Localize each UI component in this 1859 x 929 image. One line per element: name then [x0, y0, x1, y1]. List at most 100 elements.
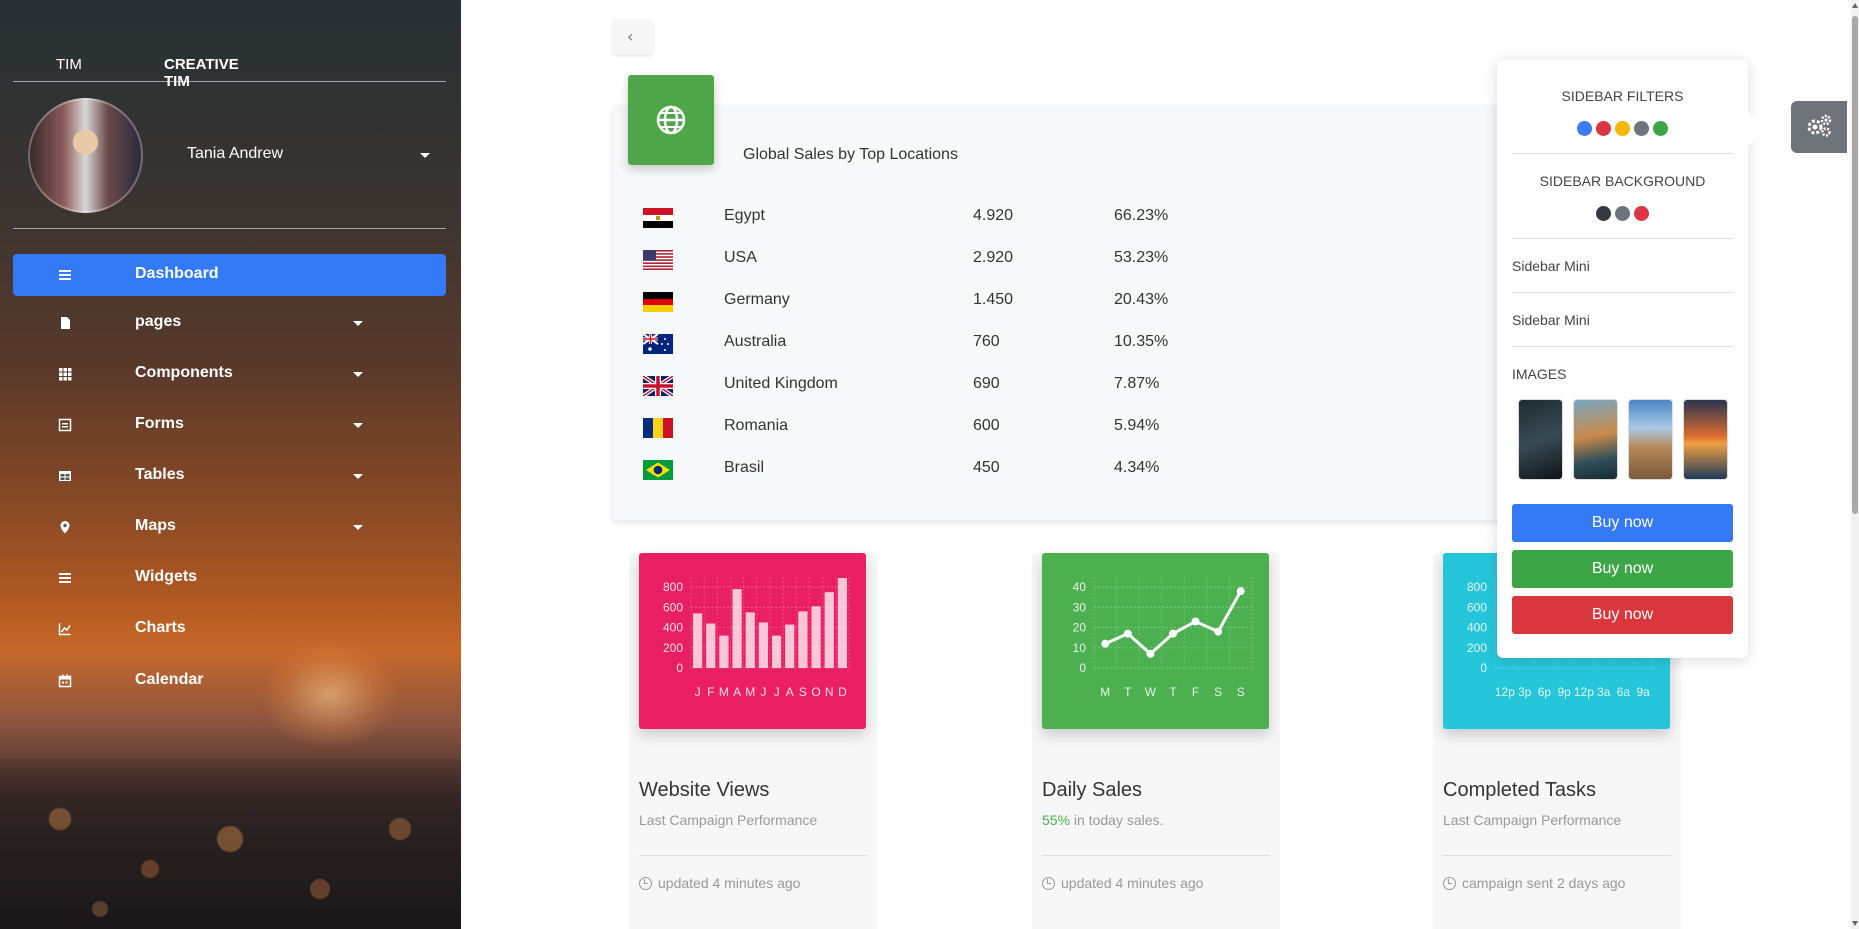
- bar: [824, 592, 834, 668]
- chart-card: 0 10 20 30 40 M T W T F S S Daily Sales 55% in today …: [1032, 553, 1280, 929]
- country-name: Romania: [724, 417, 789, 434]
- country-name: Australia: [724, 333, 787, 350]
- background-color-swatch[interactable]: [1615, 206, 1630, 221]
- sidebar-collapse-button[interactable]: ‹: [613, 19, 653, 55]
- sales-value: 450: [973, 459, 1000, 476]
- sidebar-item-label: Maps: [135, 517, 176, 534]
- sales-percent: 7.87%: [1114, 375, 1160, 392]
- y-tick-label: 40: [1073, 580, 1087, 594]
- y-tick-label: 800: [663, 580, 683, 594]
- sidebar-item-components[interactable]: Components: [13, 353, 446, 395]
- background-color-picker: [1497, 206, 1748, 226]
- chevron-down-icon: [353, 321, 363, 326]
- filter-color-swatch[interactable]: [1596, 121, 1611, 136]
- sales-percent: 20.43%: [1114, 291, 1169, 308]
- brazil-flag: [643, 460, 673, 480]
- y-tick-label: 800: [1467, 580, 1487, 594]
- list-icon: [59, 573, 71, 583]
- brand-full-link[interactable]: CREATIVE TIM: [164, 56, 239, 90]
- sidebar-mini-option[interactable]: Sidebar Mini: [1512, 312, 1590, 328]
- sidebar-image-thumb-3[interactable]: [1628, 399, 1673, 480]
- card-divider: [1042, 855, 1270, 856]
- sidebar-item-dashboard[interactable]: Dashboard: [13, 254, 446, 296]
- x-tick-label: S: [1237, 685, 1245, 699]
- buy-now-button[interactable]: Buy now: [1512, 550, 1733, 588]
- sidebar-item-calendar[interactable]: Calendar: [13, 660, 446, 702]
- globe-icon-tile: [628, 75, 714, 165]
- brand-mini-link[interactable]: TIM: [56, 56, 82, 73]
- list-icon: [59, 270, 71, 280]
- sidebar-item-charts[interactable]: Charts: [13, 608, 446, 650]
- data-point: [1101, 639, 1110, 648]
- germany-flag: [643, 292, 673, 312]
- x-tick-label: M: [1100, 685, 1110, 699]
- sidebar-item-label: Dashboard: [135, 265, 219, 282]
- sidebar-item-forms[interactable]: Forms: [13, 404, 446, 446]
- sidebar-divider: [13, 81, 446, 82]
- card-category: Last Campaign Performance: [1443, 812, 1621, 828]
- sales-value: 600: [973, 417, 1000, 434]
- sidebar-divider: [13, 228, 446, 229]
- country-name: Germany: [724, 291, 790, 308]
- globe-icon: [656, 105, 686, 135]
- plugin-divider: [1512, 292, 1733, 293]
- sidebar-item-label: pages: [135, 313, 182, 330]
- x-tick-label: 9a: [1636, 685, 1650, 699]
- table-row: Brasil 450 4.34%: [640, 456, 1240, 486]
- sidebar-mini-option[interactable]: Sidebar Mini: [1512, 258, 1590, 274]
- background-color-swatch[interactable]: [1634, 206, 1649, 221]
- table-row: USA 2.920 53.23%: [640, 246, 1240, 276]
- chart-icon: [58, 623, 71, 636]
- sidebar-image-thumb-1[interactable]: [1518, 399, 1563, 480]
- x-tick-label: J: [760, 685, 766, 699]
- filter-color-swatch[interactable]: [1653, 121, 1668, 136]
- table-row: Australia 760 10.35%: [640, 330, 1240, 360]
- y-tick-label: 400: [1467, 621, 1487, 635]
- sales-card-title: Global Sales by Top Locations: [743, 146, 958, 163]
- buy-now-button[interactable]: Buy now: [1512, 504, 1733, 542]
- sidebar-item-widgets[interactable]: Widgets: [13, 557, 446, 599]
- x-tick-label: A: [786, 685, 794, 699]
- sidebar-image-thumb-4[interactable]: [1683, 399, 1728, 480]
- filter-color-swatch[interactable]: [1615, 121, 1630, 136]
- scrollbar-thumb[interactable]: [1852, 16, 1858, 514]
- y-tick-label: 600: [663, 600, 683, 614]
- settings-toggle-button[interactable]: [1791, 101, 1847, 153]
- card-title: Website Views: [639, 779, 770, 801]
- background-color-swatch[interactable]: [1596, 206, 1611, 221]
- sidebar-item-pages[interactable]: pages: [13, 302, 446, 344]
- scroll-down-arrow[interactable]: [1852, 921, 1858, 926]
- card-divider: [639, 855, 867, 856]
- user-name-toggle[interactable]: Tania Andrew: [187, 145, 283, 163]
- grid-icon: [59, 368, 72, 381]
- sidebar-item-label: Widgets: [135, 568, 198, 585]
- sidebar-filters-header: SIDEBAR FILTERS: [1561, 88, 1684, 104]
- filter-color-swatch[interactable]: [1577, 121, 1592, 136]
- plugin-divider: [1512, 238, 1733, 239]
- card-divider: [1443, 855, 1671, 856]
- buy-now-button[interactable]: Buy now: [1512, 596, 1733, 634]
- card-footer-text: updated 4 minutes ago: [1061, 875, 1204, 891]
- filter-color-swatch[interactable]: [1634, 121, 1649, 136]
- chevron-down-icon: [353, 474, 363, 479]
- scroll-up-arrow[interactable]: [1852, 3, 1858, 8]
- bar: [811, 606, 821, 668]
- x-tick-label: T: [1169, 685, 1177, 699]
- chevron-down-icon[interactable]: [420, 153, 430, 158]
- country-name: USA: [724, 249, 757, 266]
- page-scrollbar[interactable]: [1851, 0, 1859, 929]
- x-tick-label: F: [1192, 685, 1199, 699]
- x-tick-label: D: [838, 685, 847, 699]
- card-category-text: in today sales.: [1073, 812, 1164, 828]
- sidebar-item-tables[interactable]: Tables: [13, 455, 446, 497]
- sidebar-image-thumb-2[interactable]: [1573, 399, 1618, 480]
- sidebar-item-maps[interactable]: Maps: [13, 506, 446, 548]
- card-footer-text: campaign sent 2 days ago: [1462, 875, 1626, 891]
- highlight-value: 55%: [1042, 812, 1071, 828]
- y-tick-label: 400: [663, 621, 683, 635]
- calendar-icon: [58, 674, 72, 688]
- file-icon: [61, 317, 70, 329]
- card-footer: updated 4 minutes ago: [1042, 875, 1203, 891]
- sidebar-item-label: Components: [135, 364, 233, 381]
- chevron-down-icon: [353, 525, 363, 530]
